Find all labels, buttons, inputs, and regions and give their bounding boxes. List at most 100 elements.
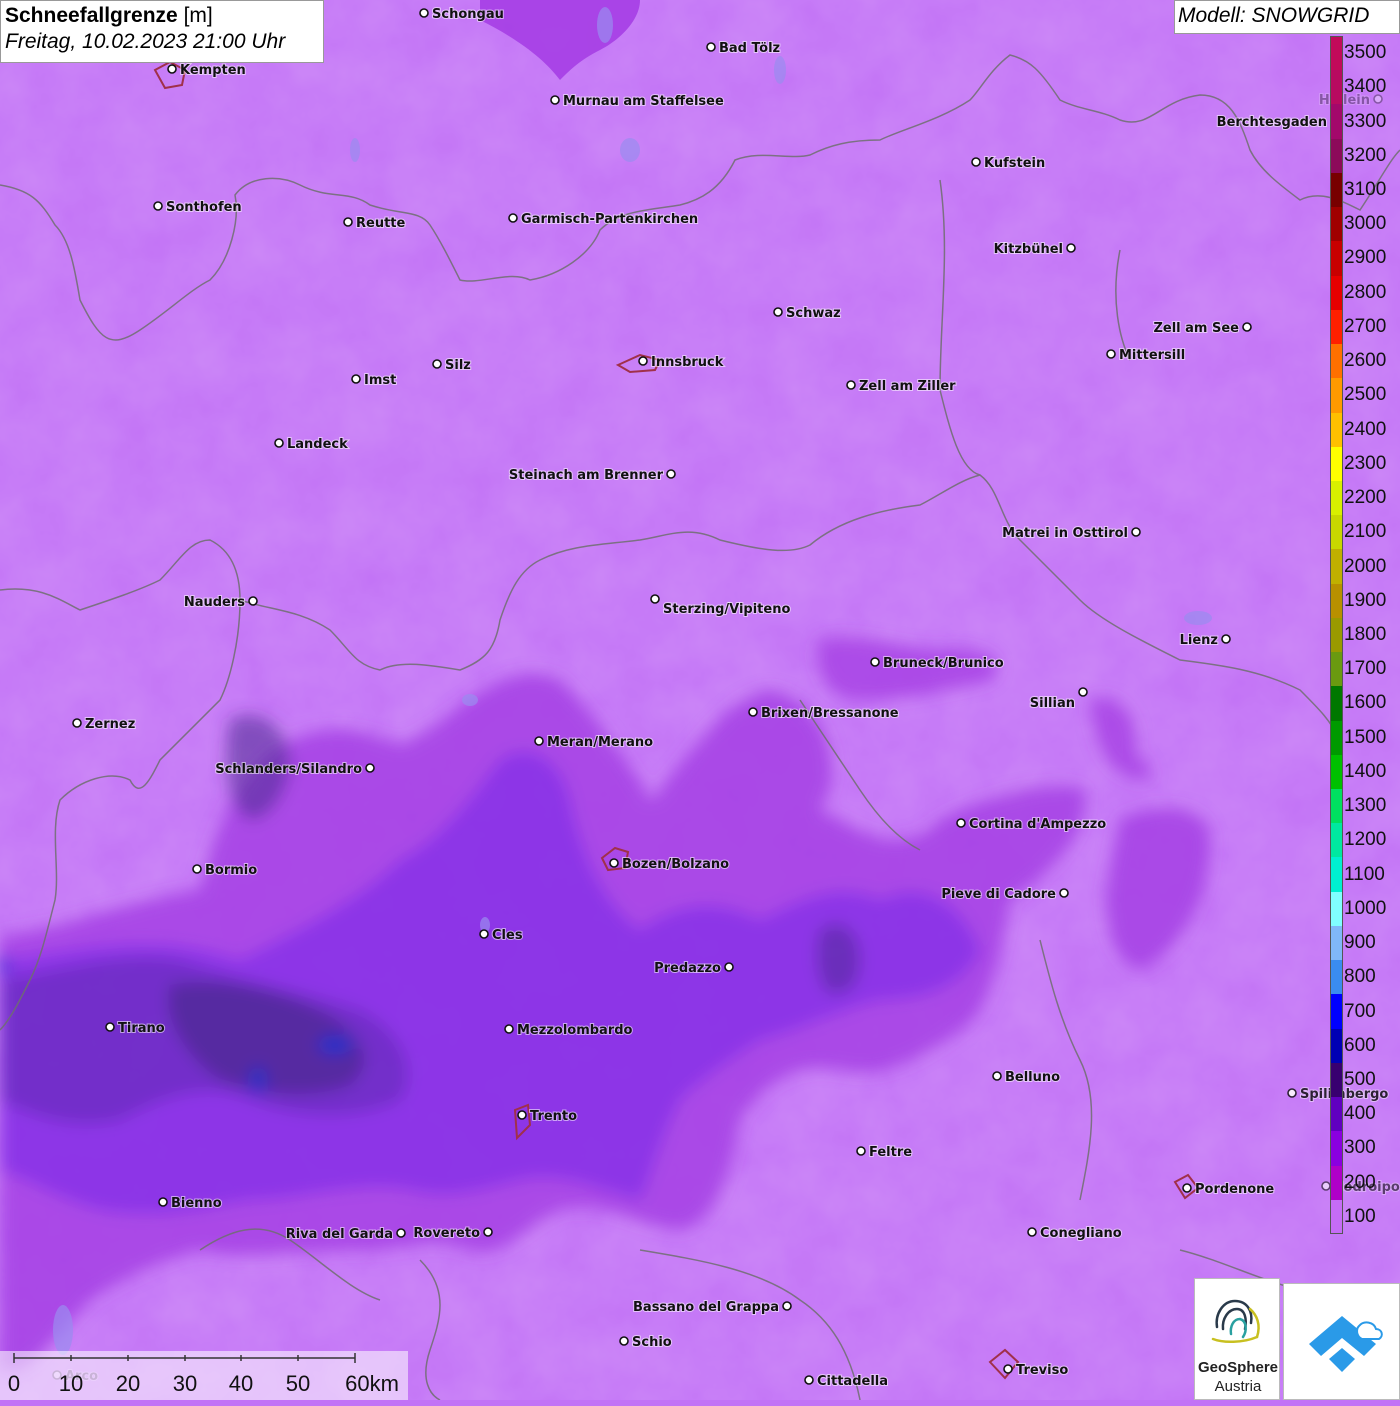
city-dot: [1003, 1364, 1013, 1374]
city-label: Steinach am Brenner: [509, 468, 664, 483]
legend-label: 500: [1344, 1068, 1376, 1090]
city-label: Treviso: [1016, 1363, 1068, 1378]
title-box: Schneefallgrenze [m] Freitag, 10.02.2023…: [0, 0, 324, 63]
city-mezzolombardo: Mezzolombardo: [504, 1022, 634, 1039]
legend-label: 700: [1344, 1000, 1376, 1022]
city-dot: [550, 95, 560, 105]
city-label: Schwaz: [786, 306, 841, 321]
city-label: Murnau am Staffelsee: [563, 94, 724, 109]
city-label: Garmisch-Partenkirchen: [521, 212, 698, 227]
city-kempten: Kempten: [167, 62, 247, 79]
city-dot: [508, 213, 518, 223]
city-dot: [773, 307, 783, 317]
model-label: Modell: SNOWGRID: [1174, 0, 1400, 34]
city-label: Nauders: [184, 595, 245, 610]
city-dot: [724, 962, 734, 972]
legend-label: 300: [1344, 1137, 1376, 1159]
city-label: Tirano: [118, 1021, 165, 1036]
city-bozen-bolzano: Bozen/Bolzano: [609, 856, 730, 873]
city-dot: [1066, 243, 1076, 253]
city-dot: [804, 1375, 814, 1385]
city-dot: [1242, 322, 1252, 332]
legend-label: 600: [1344, 1034, 1376, 1056]
city-dot: [956, 818, 966, 828]
city-label: Silz: [445, 358, 471, 373]
city-dot: [992, 1071, 1002, 1081]
city-label: Matrei in Osttirol: [1002, 526, 1128, 541]
city-dot: [167, 64, 177, 74]
city-label: Mezzolombardo: [517, 1023, 633, 1038]
legend-label: 3500: [1344, 42, 1387, 64]
city-dot: [856, 1146, 866, 1156]
city-label: Belluno: [1005, 1070, 1060, 1085]
city-label: Sillian: [1030, 696, 1075, 711]
city-label: Riva del Garda: [286, 1227, 393, 1242]
city-schongau: Schongau: [419, 6, 505, 23]
city-conegliano: Conegliano: [1027, 1225, 1123, 1242]
city-dot: [971, 157, 981, 167]
city-dot: [1027, 1227, 1037, 1237]
city-dot: [1321, 1181, 1331, 1191]
legend-label: 100: [1344, 1205, 1376, 1227]
city-label: Reutte: [356, 216, 406, 231]
city-label: Pordenone: [1195, 1182, 1274, 1197]
city-dot: [158, 1197, 168, 1207]
legend-label: 2100: [1344, 521, 1387, 543]
city-label: Bruneck/Brunico: [883, 656, 1004, 671]
city-label: Meran/Merano: [547, 735, 653, 750]
city-dot: [396, 1228, 406, 1238]
legend-label: 2500: [1344, 384, 1387, 406]
scale-label: 0: [7, 1371, 21, 1396]
city-meran-merano: Meran/Merano: [534, 734, 654, 751]
city-label: Lienz: [1180, 633, 1218, 648]
legend-label: 2000: [1344, 555, 1387, 577]
city-dot: [1059, 888, 1069, 898]
city-dot: [432, 359, 442, 369]
legend-label: 1800: [1344, 624, 1387, 645]
map-datetime: Freitag, 10.02.2023 21:00 Uhr: [5, 30, 286, 53]
city-label: Cortina d'Ampezzo: [969, 817, 1106, 832]
city-dot: [870, 657, 880, 667]
lake-4: [350, 138, 360, 162]
city-label: Innsbruck: [651, 355, 724, 370]
city-label: Mittersill: [1119, 348, 1185, 363]
city-dot: [638, 356, 648, 366]
legend-label: 3300: [1344, 110, 1387, 132]
legend-label: 2900: [1344, 247, 1387, 269]
city-dot: [846, 380, 856, 390]
title-unit: [m]: [183, 4, 213, 27]
city-dot: [1221, 634, 1231, 644]
legend-label: 1400: [1344, 760, 1387, 782]
lake-3: [774, 56, 786, 84]
city-dot: [1106, 349, 1116, 359]
city-dot: [619, 1336, 629, 1346]
legend-label: 3200: [1344, 144, 1387, 166]
city-dot: [748, 707, 758, 717]
snowline-map[interactable]: Schongau Kempten Bad Tölz Murnau am Staffel…: [0, 0, 1400, 1400]
city-dot: [1131, 527, 1141, 537]
legend-label: 2300: [1344, 452, 1387, 474]
city-dot: [1287, 1088, 1297, 1098]
scale-label: 10: [58, 1371, 84, 1396]
city-dot: [504, 1024, 514, 1034]
city-label: Imst: [364, 373, 396, 388]
legend-label: 2600: [1344, 350, 1387, 372]
legend-label: 3100: [1344, 179, 1387, 201]
city-bruneck-brunico: Bruneck/Brunico: [870, 655, 1005, 672]
snowline-zone-700m-2: [248, 1066, 268, 1094]
legend-label: 900: [1344, 932, 1376, 954]
city-label: Trento: [530, 1109, 577, 1124]
city-cortina-d-ampezzo: Cortina d'Ampezzo: [956, 816, 1107, 833]
legend-label: 1900: [1344, 589, 1387, 611]
legend-label: 1500: [1344, 726, 1387, 748]
city-label: Bormio: [205, 863, 257, 878]
city-label: Schlanders/Silandro: [215, 762, 362, 777]
map-title: Schneefallgrenze [m]: [5, 4, 319, 28]
city-matrei-in-osttirol: Matrei in Osttirol: [1001, 525, 1141, 542]
city-label: Bienno: [171, 1196, 222, 1211]
city-label: Pieve di Cadore: [941, 887, 1056, 902]
lake-8: [1184, 611, 1212, 625]
legend-label: 3000: [1344, 213, 1387, 235]
city-garmisch-partenkirchen: Garmisch-Partenkirchen: [508, 211, 699, 228]
city-dot: [650, 594, 660, 604]
